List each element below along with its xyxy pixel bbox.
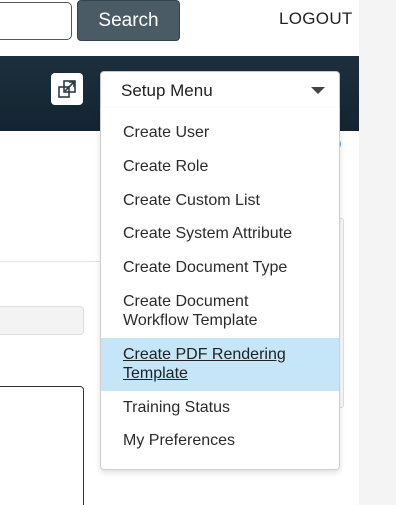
setup-menu-label: Setup Menu xyxy=(121,81,213,100)
menu-item-create-system-attribute[interactable]: Create System Attribute xyxy=(101,224,339,243)
menu-item-create-pdf-rendering-template[interactable]: Create PDF Rendering Template xyxy=(101,338,339,391)
menu-item-create-user[interactable]: Create User xyxy=(101,123,339,142)
menu-item-create-custom-list[interactable]: Create Custom List xyxy=(101,191,339,210)
divider xyxy=(0,261,100,262)
menu-item-my-preferences[interactable]: My Preferences xyxy=(101,431,339,450)
setup-menu-select[interactable]: Setup Menu xyxy=(100,71,340,109)
menu-item-create-document-type[interactable]: Create Document Type xyxy=(101,258,339,277)
expand-window-icon-graphic xyxy=(58,80,76,98)
caret-down-icon xyxy=(311,87,325,94)
disabled-field[interactable] xyxy=(0,306,84,335)
search-input[interactable] xyxy=(0,2,72,40)
right-gutter xyxy=(359,0,396,505)
expand-window-icon[interactable] xyxy=(51,73,83,105)
menu-item-create-role[interactable]: Create Role xyxy=(101,157,339,176)
menu-item-training-status[interactable]: Training Status xyxy=(101,398,339,417)
logout-link[interactable]: LOGOUT xyxy=(279,9,353,29)
setup-menu-dropdown: Create User Create Role Create Custom Li… xyxy=(100,108,340,470)
search-button[interactable]: Search xyxy=(77,0,180,41)
text-area[interactable] xyxy=(0,386,84,505)
menu-item-create-document-workflow-template[interactable]: Create Document Workflow Template xyxy=(101,292,311,330)
app-viewport: Search LOGOUT Setup Menu Create User Cre… xyxy=(0,0,396,505)
